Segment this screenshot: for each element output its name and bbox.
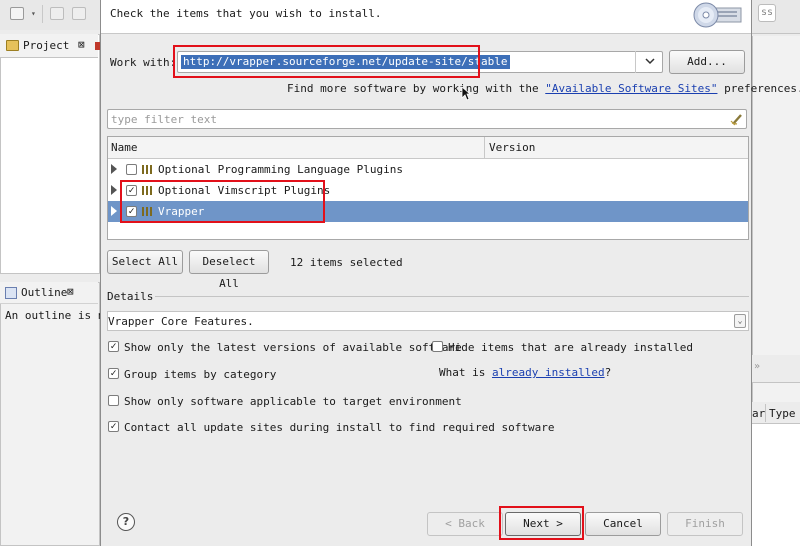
chevron-down-icon[interactable]: ▾ <box>31 9 36 18</box>
outline-icon <box>5 287 17 299</box>
column-header-version[interactable]: Version <box>489 141 535 154</box>
column-divider[interactable] <box>484 137 485 159</box>
right-table-body <box>752 424 800 546</box>
install-cd-icon <box>693 2 742 28</box>
item-name: Optional Programming Language Plugins <box>158 163 404 176</box>
tab-project[interactable]: Project ⊠ <box>0 34 100 58</box>
details-scroll-icon[interactable]: ⌄ <box>734 314 746 328</box>
tab-outline[interactable]: Outline ⊠ <box>0 282 98 304</box>
details-textbox[interactable]: Vrapper Core Features. ⌄ <box>107 311 749 331</box>
column-header-type: Type <box>769 407 796 420</box>
tree-item-optional-vimscript[interactable]: ✓ Optional Vimscript Plugins <box>108 180 748 201</box>
mouse-cursor-icon <box>461 86 471 101</box>
deselect-all-button[interactable]: Deselect All <box>189 250 269 290</box>
item-checkbox[interactable]: ✓ <box>126 185 137 196</box>
outline-message: An outline is no <box>5 309 111 322</box>
tree-item-vrapper[interactable]: ✓ Vrapper <box>108 201 748 222</box>
find-more-prefix: Find more software by working with the <box>287 82 546 95</box>
item-name: Optional Vimscript Plugins <box>158 184 331 197</box>
item-checkbox[interactable]: ✓ <box>126 206 137 217</box>
right-table-header: ar Type <box>752 402 800 424</box>
group-by-category-checkbox[interactable]: ✓ <box>108 368 119 379</box>
column-header-name[interactable]: Name <box>111 141 138 154</box>
chevron-down-icon <box>645 58 655 65</box>
work-with-label: Work with: <box>110 56 177 69</box>
package-icon <box>142 165 153 174</box>
contact-all-sites-label[interactable]: Contact all update sites during install … <box>124 421 554 434</box>
details-text: Vrapper Core Features. <box>108 315 254 328</box>
install-dialog: Check the items that you wish to install… <box>100 0 800 546</box>
header-message: Check the items that you wish to install… <box>110 7 382 20</box>
combo-dropdown-button[interactable] <box>635 51 663 73</box>
cancel-button[interactable]: Cancel <box>585 512 661 536</box>
tree-item-optional-programming[interactable]: Optional Programming Language Plugins <box>108 159 748 180</box>
what-is-text: What is already installed? <box>439 366 611 379</box>
selected-count: 12 items selected <box>290 256 403 269</box>
applicable-only-label[interactable]: Show only software applicable to target … <box>124 395 462 408</box>
right-panel-toolbar: » <box>752 355 800 383</box>
finish-button[interactable]: Finish <box>667 512 743 536</box>
quick-access-field[interactable]: ss <box>758 4 776 22</box>
latest-versions-label[interactable]: Show only the latest versions of availab… <box>124 341 462 354</box>
find-more-suffix: preferences. <box>717 82 800 95</box>
select-all-button[interactable]: Select All <box>107 250 183 274</box>
expand-arrow-icon[interactable] <box>111 164 117 174</box>
software-tree[interactable]: Name Version Optional Programming Langua… <box>107 136 749 240</box>
hide-installed-checkbox[interactable] <box>432 341 443 352</box>
already-installed-link[interactable]: already installed <box>492 366 605 379</box>
column-header-ar: ar <box>752 407 766 420</box>
what-is-suffix: ? <box>604 366 612 379</box>
available-sites-link[interactable]: "Available Software Sites" <box>545 82 717 95</box>
back-button[interactable]: < Back <box>427 512 503 536</box>
find-more-text: Find more software by working with the "… <box>287 82 800 95</box>
package-icon <box>142 207 153 216</box>
filter-placeholder: type filter text <box>111 113 217 126</box>
outline-tab-label: Outline <box>21 286 68 299</box>
outline-panel: An outline is no <box>0 282 111 546</box>
next-button[interactable]: Next > <box>505 512 581 536</box>
filter-input[interactable]: type filter text <box>107 109 747 129</box>
what-is-prefix: What is <box>439 366 492 379</box>
item-checkbox[interactable] <box>126 164 137 175</box>
close-icon[interactable]: ⊠ <box>67 285 74 298</box>
toolbar-separator <box>42 5 43 23</box>
latest-versions-checkbox[interactable]: ✓ <box>108 341 119 352</box>
close-icon[interactable]: ⊠ <box>78 38 85 51</box>
contact-all-sites-checkbox[interactable]: ✓ <box>108 421 119 432</box>
work-with-combo[interactable]: http://vrapper.sourceforge.net/update-si… <box>177 51 663 73</box>
save-all-icon[interactable] <box>72 7 86 20</box>
details-label: Details <box>107 290 156 303</box>
expand-arrow-icon[interactable] <box>111 206 117 216</box>
project-tab-label: Project <box>23 39 70 52</box>
chevron-icon[interactable]: » <box>754 361 760 372</box>
new-file-icon[interactable] <box>10 7 24 20</box>
tree-header: Name Version <box>108 137 748 159</box>
work-with-url[interactable]: http://vrapper.sourceforge.net/update-si… <box>181 55 510 69</box>
help-icon[interactable]: ? <box>117 513 135 531</box>
save-icon[interactable] <box>50 7 64 20</box>
quick-access-area: ss <box>752 0 800 34</box>
dialog-header: Check the items that you wish to install… <box>101 0 751 34</box>
package-icon <box>142 186 153 195</box>
item-name: Vrapper <box>158 205 205 218</box>
add-site-button[interactable]: Add... <box>669 50 745 74</box>
expand-arrow-icon[interactable] <box>111 185 117 195</box>
group-by-category-label[interactable]: Group items by category <box>124 368 276 381</box>
hide-installed-label[interactable]: Hide items that are already installed <box>448 341 693 354</box>
ide-toolbar: ▾ <box>0 0 100 30</box>
clear-filter-icon[interactable] <box>730 112 744 126</box>
folder-icon <box>6 40 19 51</box>
column-divider <box>765 404 766 422</box>
project-explorer-panel <box>0 34 100 274</box>
applicable-only-checkbox[interactable] <box>108 395 119 406</box>
